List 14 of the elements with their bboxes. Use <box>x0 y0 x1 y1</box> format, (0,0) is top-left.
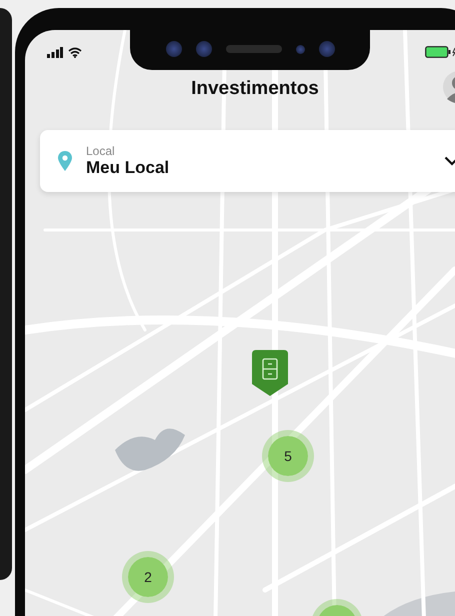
signal-icon <box>47 46 63 58</box>
camera-lens <box>296 44 304 54</box>
camera-lens <box>318 41 334 57</box>
screen-title: Investimentos <box>191 78 319 100</box>
wifi-icon <box>68 46 82 58</box>
location-selector[interactable]: Local Meu Local <box>40 130 455 192</box>
map-marker-icon[interactable] <box>252 350 288 396</box>
location-value: Meu Local <box>86 158 170 178</box>
camera-lens <box>166 41 182 57</box>
camera-lens <box>196 41 212 57</box>
battery-icon <box>425 46 455 58</box>
location-pin-icon <box>58 151 72 171</box>
location-label: Local <box>86 144 116 158</box>
speaker-grille <box>226 45 282 53</box>
